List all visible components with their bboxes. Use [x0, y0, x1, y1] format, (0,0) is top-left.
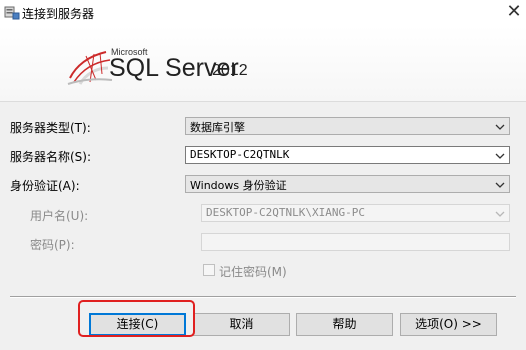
remember-password-label: 记住密码(M) — [219, 265, 287, 279]
chevron-down-icon — [495, 208, 505, 218]
server-name-input[interactable]: DESKTOP-C2QTNLK — [185, 146, 510, 164]
authentication-select[interactable]: Windows 身份验证 — [185, 175, 510, 193]
server-name-value: DESKTOP-C2QTNLK — [190, 148, 290, 161]
cancel-button[interactable]: 取消 — [193, 313, 290, 336]
server-type-select[interactable]: 数据库引擎 — [185, 117, 510, 135]
chevron-down-icon — [495, 179, 505, 189]
title-bar: 连接到服务器 ✕ — [0, 0, 526, 26]
password-input[interactable] — [201, 233, 510, 251]
chevron-down-icon — [495, 121, 505, 131]
server-connect-icon — [4, 5, 20, 21]
options-button[interactable]: 选项(O) >> — [400, 313, 497, 336]
window-title: 连接到服务器 — [22, 7, 95, 21]
server-name-label: 服务器名称(S): — [10, 150, 92, 164]
server-type-value: 数据库引擎 — [190, 121, 245, 134]
authentication-value: Windows 身份验证 — [190, 179, 287, 192]
help-button[interactable]: 帮助 — [296, 313, 393, 336]
username-select[interactable]: DESKTOP-C2QTNLK\XIANG-PC — [201, 204, 510, 222]
product-banner — [0, 26, 526, 102]
close-button[interactable]: ✕ — [504, 2, 524, 22]
connect-button-highlight — [78, 300, 195, 337]
chevron-down-icon[interactable] — [495, 150, 505, 160]
server-type-label: 服务器类型(T): — [10, 121, 91, 135]
username-value: DESKTOP-C2QTNLK\XIANG-PC — [206, 206, 365, 219]
username-label: 用户名(U): — [30, 209, 89, 223]
authentication-label: 身份验证(A): — [10, 179, 80, 193]
password-label: 密码(P): — [30, 238, 75, 252]
product-version: 2012 — [212, 62, 248, 79]
remember-password-checkbox[interactable] — [203, 264, 215, 276]
divider — [10, 296, 516, 298]
